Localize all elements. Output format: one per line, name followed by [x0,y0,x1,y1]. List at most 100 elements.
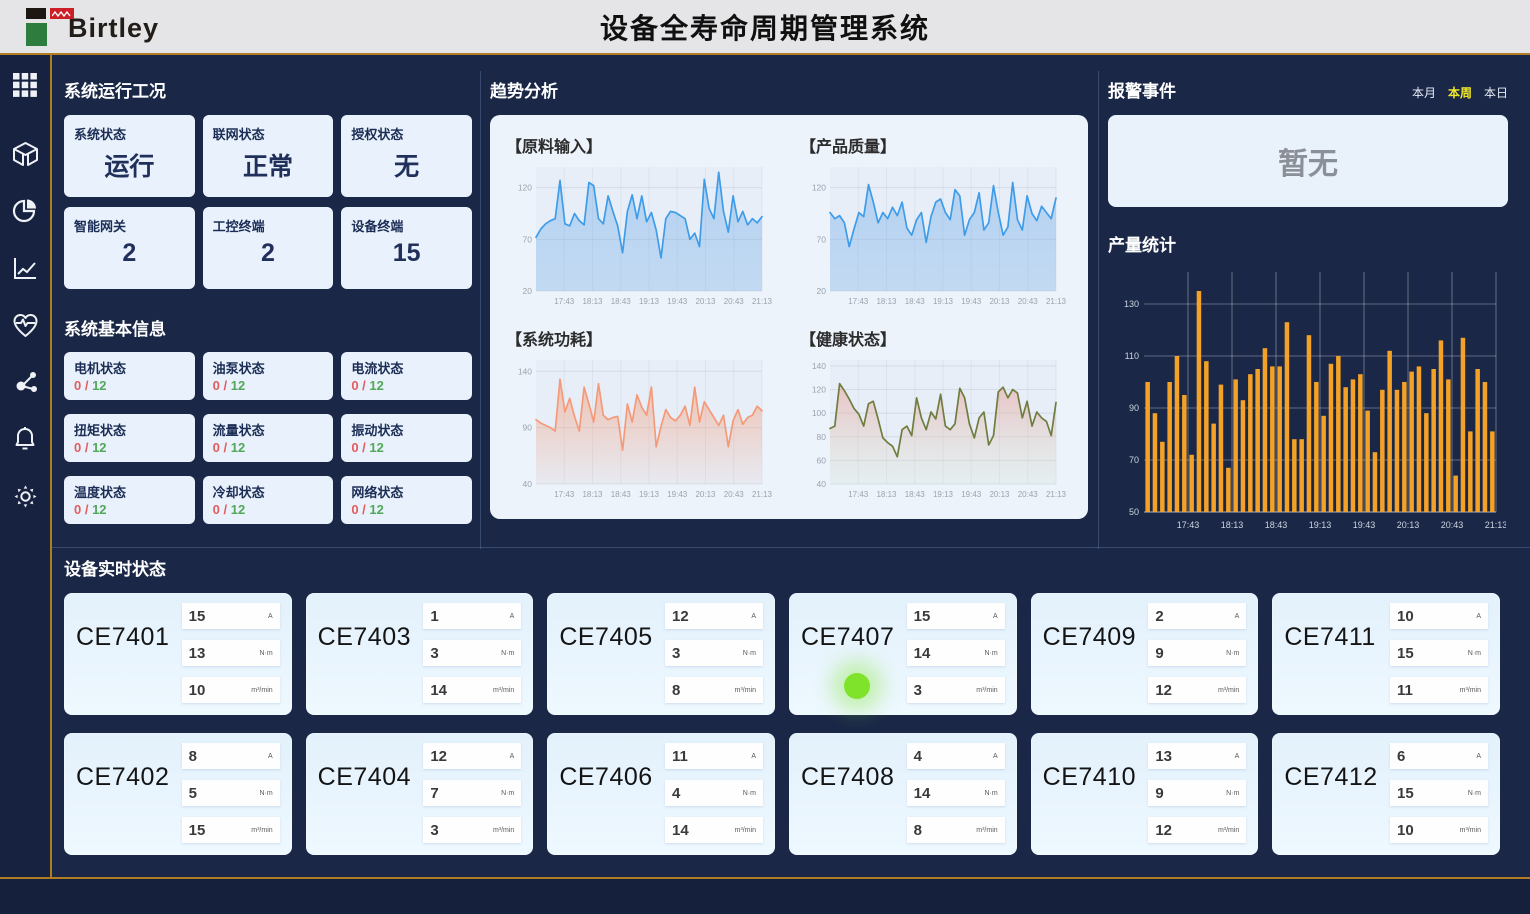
svg-text:70: 70 [817,234,827,244]
metric-value: 1 [430,608,438,625]
svg-text:19:43: 19:43 [667,490,688,499]
system-status-column: 系统运行工况 系统状态 运行 联网状态 正常 授权状态 无 智能网关 2 工控终… [64,77,472,524]
svg-text:20:13: 20:13 [989,490,1010,499]
device-name: CE7406 [559,763,652,845]
info-card: 温度状态 0 / 12 [64,476,195,524]
alarm-count: 0 / [213,502,231,517]
alarm-tab[interactable]: 本月 [1412,84,1436,101]
svg-text:130: 130 [1124,299,1139,309]
metric-unit: N·m [1468,650,1481,657]
device-card[interactable]: CE7402 8A5N·m15m³/min [64,733,292,855]
svg-text:120: 120 [812,183,826,193]
svg-text:18:43: 18:43 [905,297,926,306]
topology-icon[interactable] [11,368,39,396]
total-count: 12 [369,378,383,393]
device-card[interactable]: CE7403 1A3N·m14m³/min [306,593,534,715]
settings-gear-icon[interactable] [11,482,39,510]
device-name: CE7405 [559,623,652,705]
info-card: 流量状态 0 / 12 [203,414,334,462]
device-metric-row: 13N·m [182,640,280,666]
status-card: 工控终端 2 [203,207,334,289]
metric-value: 14 [914,785,931,802]
svg-text:21:13: 21:13 [752,490,773,499]
metric-value: 12 [672,608,689,625]
svg-text:20:13: 20:13 [695,297,716,306]
trend-chart: 【系统功耗】 409014017:4318:1318:4319:1319:432… [506,316,778,509]
device-metric-row: 11m³/min [1390,677,1488,703]
alarm-count: 0 / [351,502,369,517]
svg-text:40: 40 [523,479,533,489]
info-card: 扭矩状态 0 / 12 [64,414,195,462]
metric-unit: N·m [984,650,997,657]
metric-value: 15 [189,608,206,625]
info-card-label: 冷却状态 [213,482,324,501]
device-card[interactable]: CE7410 13A9N·m12m³/min [1031,733,1259,855]
device-metric-row: 15A [907,603,1005,629]
metric-unit: m³/min [976,827,997,834]
metric-unit: m³/min [251,827,272,834]
device-metric-row: 3m³/min [907,677,1005,703]
production-panel-title: 产量统计 [1108,231,1508,256]
info-card-label: 电流状态 [351,358,462,377]
device-card[interactable]: CE7407 15A14N·m3m³/min [789,593,1017,715]
info-card-counts: 0 / 12 [351,378,462,393]
svg-text:19:13: 19:13 [639,490,660,499]
alarm-tab[interactable]: 本周 [1448,84,1472,101]
metric-value: 10 [1397,822,1414,839]
svg-text:50: 50 [1129,507,1139,517]
device-metrics: 15A14N·m3m³/min [907,603,1005,705]
info-card-counts: 0 / 12 [213,440,324,455]
cube-3d-icon[interactable] [11,140,39,168]
info-card: 电流状态 0 / 12 [341,352,472,400]
device-metrics: 13A9N·m12m³/min [1148,743,1246,845]
info-card-counts: 0 / 12 [74,440,185,455]
alarm-count: 0 / [213,440,231,455]
device-card[interactable]: CE7412 6A15N·m10m³/min [1272,733,1500,855]
info-card-counts: 0 / 12 [213,378,324,393]
metric-unit: N·m [1226,790,1239,797]
device-name: CE7408 [801,763,894,845]
svg-text:19:43: 19:43 [1353,520,1376,530]
alarm-tab[interactable]: 本日 [1484,84,1508,101]
svg-text:21:13: 21:13 [1046,297,1067,306]
device-card[interactable]: CE7405 12A3N·m8m³/min [547,593,775,715]
device-card[interactable]: CE7404 12A7N·m3m³/min [306,733,534,855]
pie-chart-icon[interactable] [11,197,39,225]
page-title: 设备全寿命周期管理系统 [600,7,930,47]
metric-unit: A [1476,753,1481,760]
device-metric-row: 10A [1390,603,1488,629]
health-monitor-icon[interactable] [11,311,39,339]
device-card[interactable]: CE7409 2A9N·m12m³/min [1031,593,1259,715]
metric-value: 8 [914,822,922,839]
alarm-count: 0 / [74,502,92,517]
svg-text:18:13: 18:13 [1221,520,1244,530]
notifications-bell-icon[interactable] [11,425,39,453]
metric-unit: m³/min [1218,827,1239,834]
device-metric-row: 15N·m [1390,780,1488,806]
info-card-counts: 0 / 12 [74,378,185,393]
alarm-count: 0 / [74,378,92,393]
device-card[interactable]: CE7401 15A13N·m10m³/min [64,593,292,715]
info-card-grid: 电机状态 0 / 12 油泵状态 0 / 12 电流状态 0 / 12 扭矩状态… [64,352,472,524]
footer-bar [0,879,1530,914]
info-card-counts: 0 / 12 [351,502,462,517]
metric-value: 8 [672,682,680,699]
apps-grid-icon[interactable] [11,71,39,99]
trend-chart: 【原料输入】 207012017:4318:1318:4319:1319:432… [506,123,778,316]
status-card: 系统状态 运行 [64,115,195,197]
device-card[interactable]: CE7406 11A4N·m14m³/min [547,733,775,855]
metric-unit: A [1476,613,1481,620]
device-metric-row: 14m³/min [665,817,763,843]
status-card-value: 2 [74,239,185,268]
info-card-counts: 0 / 12 [213,502,324,517]
device-card[interactable]: CE7411 10A15N·m11m³/min [1272,593,1500,715]
column-divider [480,71,481,549]
trend-chart-plot: 207012017:4318:1318:4319:1319:4320:1320:… [506,159,778,316]
device-card[interactable]: CE7408 4A14N·m8m³/min [789,733,1017,855]
metric-unit: A [993,753,998,760]
status-card-value: 运行 [74,147,185,183]
info-card: 网络状态 0 / 12 [341,476,472,524]
line-chart-icon[interactable] [11,254,39,282]
info-card-counts: 0 / 12 [351,440,462,455]
alarm-period-tabs: 本月本周本日 [1412,84,1508,101]
